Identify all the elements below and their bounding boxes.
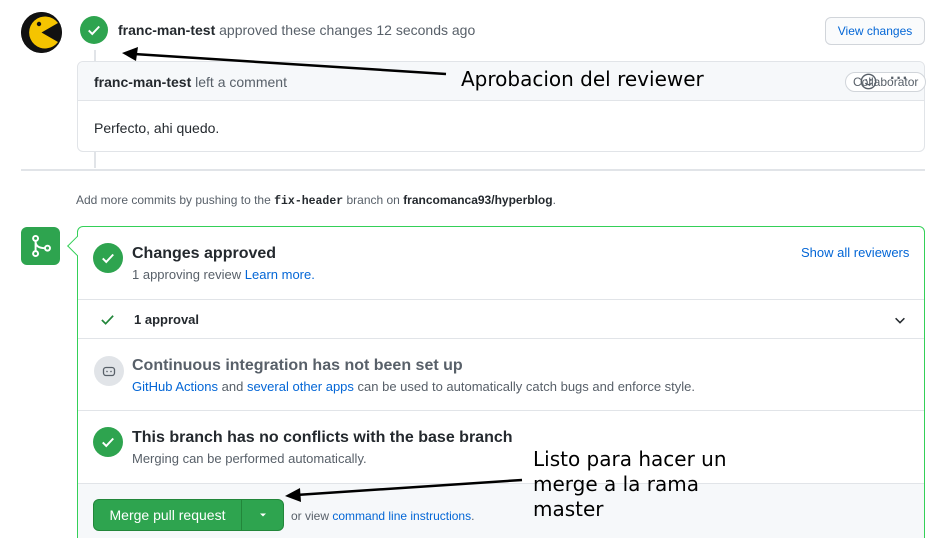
ci-description: GitHub Actions and several other apps ca… <box>132 379 695 394</box>
comment-body: Perfecto, ahi quedo. <box>94 120 220 136</box>
annotation-merge-line: merge a la rama <box>533 472 700 496</box>
comment-action: left a comment <box>195 74 287 90</box>
review-header: franc-man-test approved these changes 12… <box>118 22 475 38</box>
push-hint-prefix: Add more commits by pushing to the <box>76 193 271 207</box>
review-time[interactable]: 12 seconds ago <box>376 22 475 38</box>
conflicts-section: This branch has no conflicts with the ba… <box>78 411 924 484</box>
ci-rest: can be used to automatically catch bugs … <box>357 379 696 394</box>
annotation-reviewer: Aprobacion del reviewer <box>461 67 704 91</box>
chevron-down-icon[interactable] <box>893 313 907 327</box>
cli-suffix: . <box>471 509 475 523</box>
push-hint: Add more commits by pushing to the fix-h… <box>76 193 556 208</box>
merge-status-box: Changes approved 1 approving review Lear… <box>67 226 925 538</box>
comment-author[interactable]: franc-man-test <box>94 74 191 90</box>
ci-section: Continuous integration has not been set … <box>78 339 924 411</box>
git-merge-icon <box>21 227 60 265</box>
merge-pull-request-button[interactable]: Merge pull request <box>94 500 242 530</box>
other-apps-link[interactable]: several other apps <box>247 379 354 394</box>
branch-name: fix-header <box>274 195 344 208</box>
check-circle-icon <box>93 243 123 273</box>
approval-section: Changes approved 1 approving review Lear… <box>78 227 924 300</box>
approved-check-icon <box>80 16 108 44</box>
cli-hint: or view command line instructions. <box>291 509 474 523</box>
learn-more-link[interactable]: Learn more. <box>245 267 315 282</box>
merge-button-group: Merge pull request <box>93 499 284 531</box>
merge-auto-note: Merging can be performed automatically. <box>132 451 367 466</box>
approving-review-count: 1 approving review <box>132 267 242 282</box>
check-icon <box>101 315 114 325</box>
repo-name[interactable]: francomanca93/hyperblog <box>403 193 552 207</box>
comment-author-line: franc-man-test left a comment <box>94 74 287 90</box>
caret-down-icon <box>259 513 266 517</box>
kebab-menu-icon[interactable]: ··· <box>890 70 909 88</box>
no-conflicts-title: This branch has no conflicts with the ba… <box>132 429 513 446</box>
github-actions-link[interactable]: GitHub Actions <box>132 379 218 394</box>
ci-and: and <box>221 379 244 394</box>
review-action: approved these changes <box>219 22 373 38</box>
collaborator-badge: Collaborator <box>845 72 927 92</box>
show-all-reviewers-link[interactable]: Show all reviewers <box>801 245 909 260</box>
timeline-connector <box>94 152 96 168</box>
smiley-icon[interactable] <box>860 73 877 93</box>
avatar[interactable] <box>21 12 62 53</box>
approval-count: 1 approval <box>134 312 200 327</box>
approval-count-row[interactable]: 1 approval <box>78 300 924 339</box>
check-circle-icon <box>93 427 123 457</box>
review-author[interactable]: franc-man-test <box>118 22 215 38</box>
or-view-text: or view <box>291 509 330 523</box>
push-hint-middle: branch on <box>346 193 400 207</box>
command-line-link[interactable]: command line instructions <box>332 509 471 523</box>
ci-robot-icon <box>94 356 124 386</box>
changes-approved-title: Changes approved <box>132 245 277 262</box>
ci-title: Continuous integration has not been set … <box>132 357 463 374</box>
annotation-merge: Listo para hacer un merge a la rama mast… <box>533 447 727 522</box>
pacman-avatar-icon <box>21 12 62 53</box>
annotation-merge-line: Listo para hacer un <box>533 447 727 471</box>
merge-method-dropdown[interactable] <box>242 500 283 530</box>
approving-review-line: 1 approving review Learn more. <box>132 267 315 282</box>
timeline-divider <box>21 169 925 171</box>
arrowhead <box>122 47 138 61</box>
annotation-merge-line: master <box>533 497 604 521</box>
view-changes-button[interactable]: View changes <box>825 17 925 45</box>
push-hint-suffix: . <box>552 193 556 207</box>
